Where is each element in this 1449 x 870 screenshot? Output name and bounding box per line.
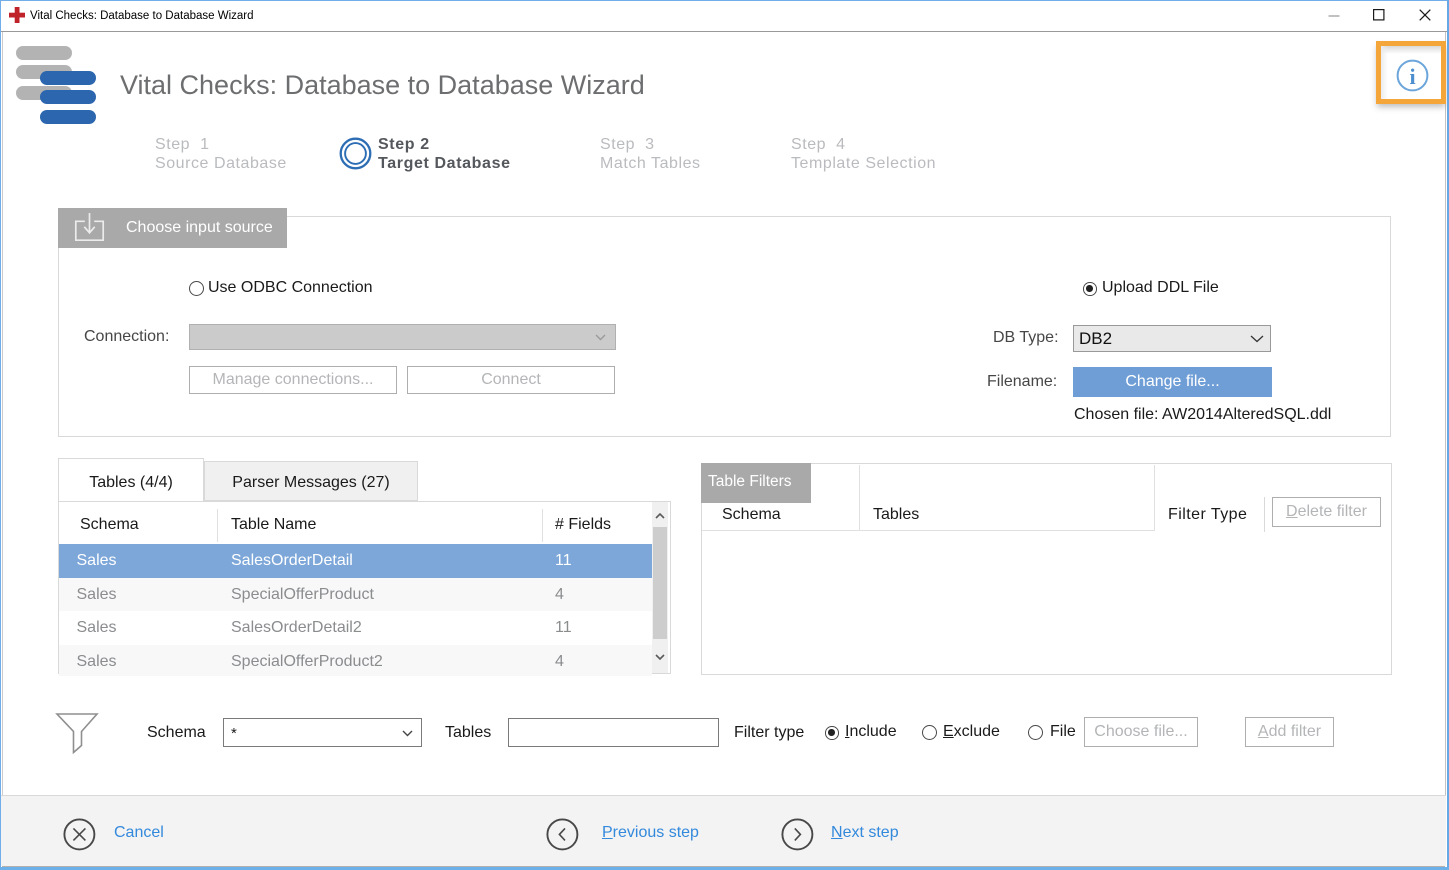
- svg-text:i: i: [1409, 64, 1415, 89]
